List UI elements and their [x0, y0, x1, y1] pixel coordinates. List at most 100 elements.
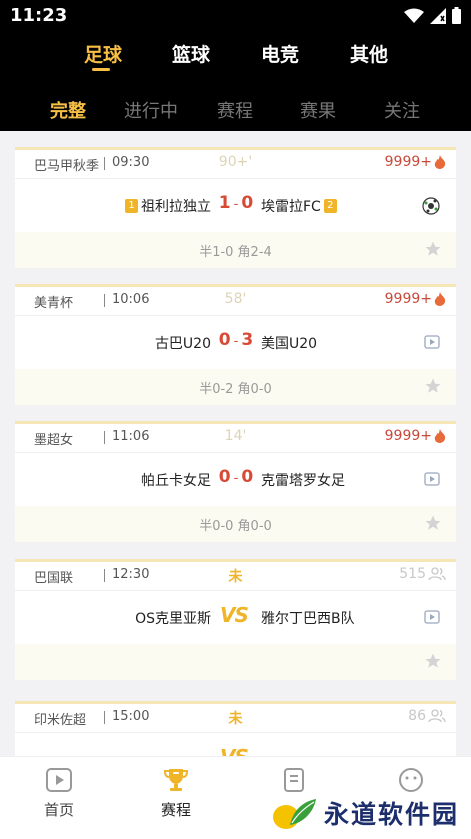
news-icon — [284, 768, 304, 792]
tab-live[interactable]: 进行中 — [111, 97, 191, 123]
tab-following[interactable]: 关注 — [362, 97, 442, 123]
away-team-name: 雅尔丁巴西B队 — [261, 611, 355, 627]
follower-count: 86 — [408, 708, 446, 724]
match-status: 未 — [228, 711, 243, 727]
match-detail: 半1-0 角2-4 — [199, 245, 272, 260]
sport-tab-indicator — [92, 68, 110, 71]
video-icon[interactable] — [424, 334, 440, 350]
follower-value: 86 — [408, 708, 426, 724]
tab-basketball[interactable]: 篮球 — [151, 40, 231, 67]
match-row: OS克里亚斯 VS 雅尔丁巴西B队 — [15, 592, 456, 644]
match-detail: 半0-0 角0-0 — [199, 519, 272, 534]
tab-schedule[interactable]: 赛程 — [195, 97, 275, 123]
away-team: 克雷塔罗女足 — [261, 470, 345, 490]
smile-icon — [399, 768, 423, 792]
score-separator: - — [233, 197, 239, 212]
star-icon[interactable] — [424, 377, 442, 395]
play-icon — [46, 768, 72, 792]
match-card[interactable]: 美青杯 10:06 58' 9999+ 古巴U20 0-3 美国U20 半0-2… — [15, 284, 456, 405]
video-icon[interactable] — [424, 609, 440, 625]
match-score: 0-0 — [215, 467, 257, 487]
heat-value: 9999+ — [384, 291, 432, 307]
fire-icon — [434, 429, 446, 443]
home-team-name: 帕丘卡女足 — [141, 473, 211, 489]
tab-all[interactable]: 完整 — [28, 97, 108, 123]
heat-value: 9999+ — [384, 428, 432, 444]
tab-other[interactable]: 其他 — [329, 40, 409, 67]
match-header: 美青杯 10:06 58' 9999+ — [15, 287, 456, 316]
match-list: 巴马甲秋季 09:30 90+' 9999+ 1 祖利拉独立 1-0 埃雷拉FC… — [0, 131, 471, 756]
home-rank: 1 — [125, 199, 138, 213]
home-score: 0 — [218, 467, 231, 487]
home-score: 0 — [218, 330, 231, 350]
heat-value: 9999+ — [384, 154, 432, 170]
home-team-name: 祖利拉独立 — [141, 199, 211, 215]
trophy-icon — [163, 769, 189, 791]
match-score: 0-3 — [215, 330, 257, 350]
home-team-name: 古巴U20 — [154, 336, 211, 352]
match-card[interactable]: 巴马甲秋季 09:30 90+' 9999+ 1 祖利拉独立 1-0 埃雷拉FC… — [15, 147, 456, 268]
nav-home-label: 首页 — [43, 801, 74, 819]
match-card[interactable]: 印米佐超 15:00 未 86 VS — [15, 701, 456, 756]
people-icon — [428, 567, 446, 581]
app-header: 11:23 足球 篮球 电竞 其他 完整 进行中 赛程 赛果 关注 — [0, 0, 471, 131]
home-team: OS克里亚斯 — [135, 608, 211, 628]
video-icon[interactable] — [424, 471, 440, 487]
away-team-name: 美国U20 — [261, 336, 318, 352]
status-icons — [404, 7, 461, 24]
signal-icon — [430, 7, 446, 24]
match-score: 1-0 — [215, 193, 257, 213]
home-team-name: OS克里亚斯 — [135, 611, 211, 627]
match-card[interactable]: 墨超女 11:06 14' 9999+ 帕丘卡女足 0-0 克雷塔罗女足 半0-… — [15, 421, 456, 542]
home-team: 帕丘卡女足 — [141, 470, 211, 490]
away-team-name: 克雷塔罗女足 — [261, 473, 345, 489]
leaf-logo-icon — [273, 799, 316, 829]
nav-schedule-label: 赛程 — [160, 801, 191, 819]
people-icon — [428, 709, 446, 723]
match-row: 1 祖利拉独立 1-0 埃雷拉FC 2 — [15, 180, 456, 232]
star-icon[interactable] — [424, 514, 442, 532]
home-team: 古巴U20 — [155, 333, 211, 353]
away-rank: 2 — [323, 199, 337, 213]
home-team: 1 祖利拉独立 — [125, 196, 211, 216]
battery-icon — [452, 7, 461, 24]
star-icon[interactable] — [424, 240, 442, 258]
away-score: 3 — [241, 330, 254, 350]
follower-value: 515 — [399, 566, 426, 582]
heat-count: 9999+ — [385, 291, 446, 307]
watermark-logo: 永道软件园 — [270, 795, 459, 831]
away-team: 雅尔丁巴西B队 — [261, 608, 355, 628]
sport-tabs: 足球 篮球 电竞 其他 — [0, 40, 471, 80]
status-bar: 11:23 — [0, 0, 471, 32]
away-score: 0 — [241, 193, 254, 213]
heat-count: 9999+ — [385, 154, 446, 170]
match-card[interactable]: 巴国联 12:30 未 515 OS克里亚斯 VS 雅尔丁巴西B队 — [15, 559, 456, 680]
score-separator: - — [233, 471, 239, 486]
match-footer — [15, 644, 456, 680]
match-footer: 半0-0 角0-0 — [15, 506, 456, 542]
match-footer: 半1-0 角2-4 — [15, 232, 456, 268]
match-header: 印米佐超 15:00 未 86 — [15, 704, 456, 733]
sub-tabs: 完整 进行中 赛程 赛果 关注 — [0, 97, 471, 125]
match-header: 巴国联 12:30 未 515 — [15, 562, 456, 591]
status-time: 11:23 — [10, 5, 68, 26]
away-score: 0 — [241, 467, 254, 487]
match-row: VS — [15, 734, 456, 756]
follower-count: 515 — [399, 566, 446, 582]
wifi-icon — [404, 8, 424, 23]
tab-esports[interactable]: 电竞 — [240, 40, 320, 67]
star-icon[interactable] — [424, 652, 442, 670]
vs-mark: VS — [220, 745, 249, 756]
match-detail: 半0-2 角0-0 — [199, 382, 272, 397]
vs-mark: VS — [220, 603, 249, 627]
home-score: 1 — [218, 193, 231, 213]
fire-icon — [434, 292, 446, 306]
football-field-icon[interactable] — [422, 197, 440, 215]
match-row: 帕丘卡女足 0-0 克雷塔罗女足 — [15, 454, 456, 506]
tab-results[interactable]: 赛果 — [278, 97, 358, 123]
heat-count: 9999+ — [385, 428, 446, 444]
away-team-name: 埃雷拉FC — [261, 199, 321, 215]
tab-football[interactable]: 足球 — [63, 40, 143, 67]
match-status: 未 — [228, 569, 243, 585]
away-team: 美国U20 — [261, 333, 317, 353]
